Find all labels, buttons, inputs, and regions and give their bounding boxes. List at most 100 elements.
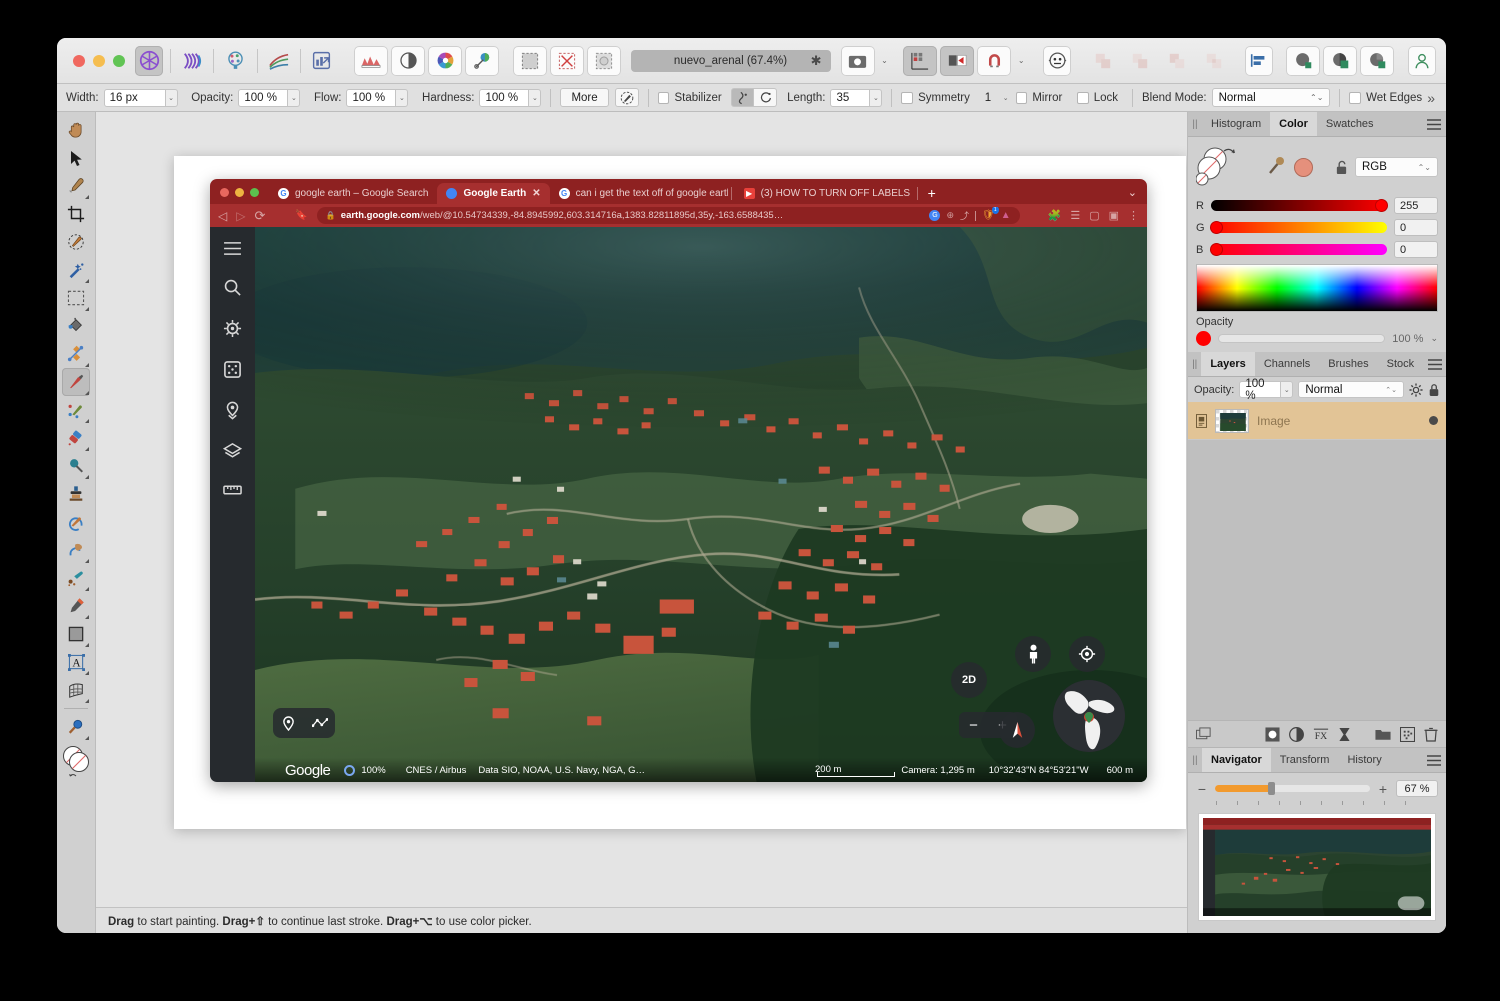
browser-tab-1[interactable]: Google Earth ✕ <box>437 183 550 204</box>
undo-brush-tool[interactable] <box>62 508 90 536</box>
more-button[interactable]: More <box>560 88 609 107</box>
tone-mapping-persona-button[interactable] <box>264 46 292 76</box>
zoom-window-button[interactable] <box>113 54 125 67</box>
browser-minimize-button[interactable] <box>235 188 244 197</box>
deselect-button[interactable] <box>549 45 584 76</box>
blemish-removal-tool[interactable] <box>62 564 90 592</box>
width-dropdown[interactable]: ⌄ <box>165 88 178 107</box>
boolean-subtract-button[interactable] <box>1160 46 1194 76</box>
opacity-input[interactable]: 100 % <box>238 88 289 107</box>
color-model-select[interactable]: RGB ⌃⌄ <box>1355 157 1438 177</box>
tab-swatches[interactable]: Swatches <box>1317 112 1383 136</box>
mask-layer-icon[interactable] <box>1265 726 1280 742</box>
globe-thumbnail[interactable] <box>1053 680 1125 752</box>
tab-stock[interactable]: Stock <box>1378 352 1424 376</box>
zoom-icon[interactable]: ⊕ <box>946 210 954 221</box>
unlock-icon[interactable] <box>1335 160 1348 175</box>
map-style-layers-icon[interactable] <box>223 442 242 461</box>
live-filter-icon[interactable]: FX <box>1313 727 1329 742</box>
layer-blend-mode-select[interactable]: Normal ⌃⌄ <box>1298 381 1404 398</box>
compass-button[interactable] <box>999 712 1035 748</box>
boolean-xor-button[interactable] <box>1086 46 1120 76</box>
flow-dropdown[interactable]: ⌄ <box>396 88 409 107</box>
clone-brush-tool[interactable] <box>62 480 90 508</box>
color-picker-tool[interactable] <box>62 172 90 200</box>
green-slider[interactable] <box>1210 220 1387 234</box>
flood-fill-tool[interactable] <box>62 312 90 340</box>
navigator-panel-menu-button[interactable] <box>1422 748 1446 772</box>
toggle-2d3d-button[interactable]: 2D <box>951 662 987 698</box>
layers-panel-menu-button[interactable] <box>1423 352 1446 376</box>
close-tab-icon[interactable]: ✕ <box>532 188 540 199</box>
align-button[interactable] <box>1244 45 1274 76</box>
boolean-intersect-button[interactable] <box>1197 46 1231 76</box>
width-input[interactable]: 16 px <box>103 88 166 107</box>
forward-icon[interactable]: ▷ <box>236 209 245 223</box>
red-value-input[interactable]: 255 <box>1394 197 1438 214</box>
zoom-slider-knob[interactable] <box>1267 782 1275 795</box>
omnibox[interactable]: 🔒 earth.google.com/web/@10.54734339,-84.… <box>316 207 1020 224</box>
browser-tab-0[interactable]: G google earth – Google Search <box>269 183 437 204</box>
zoom-out-button[interactable]: − <box>959 717 988 734</box>
red-slider[interactable] <box>1211 198 1388 212</box>
reading-list-icon[interactable]: ☰ <box>1070 209 1080 222</box>
mirror-checkbox[interactable] <box>1015 91 1028 104</box>
new-tab-button[interactable]: + <box>922 185 942 204</box>
develop-persona-button[interactable] <box>221 46 249 76</box>
tab-layers[interactable]: Layers <box>1201 352 1255 376</box>
window-controls[interactable] <box>67 54 135 67</box>
live-filter-layer-button[interactable] <box>1360 45 1395 76</box>
green-slider-knob[interactable] <box>1210 220 1223 234</box>
hardness-input[interactable]: 100 % <box>479 88 530 107</box>
tab-brushes[interactable]: Brushes <box>1319 352 1377 376</box>
opacity-slider-knob[interactable] <box>1196 331 1211 346</box>
search-icon[interactable] <box>223 278 242 297</box>
back-icon[interactable]: ◁ <box>218 209 227 223</box>
feeling-lucky-icon[interactable] <box>223 360 242 379</box>
delete-icon[interactable] <box>1424 727 1438 742</box>
close-window-button[interactable] <box>73 54 85 67</box>
hourglass-icon[interactable] <box>1338 727 1351 742</box>
mesh-warp-tool[interactable] <box>62 676 90 704</box>
context-overflow-button[interactable]: » <box>1427 90 1437 106</box>
layer-opacity-input[interactable]: 100 % <box>1239 378 1282 402</box>
liquify-persona-button[interactable] <box>178 46 206 76</box>
snapping-dropdown[interactable]: ⌄ <box>1014 46 1028 76</box>
snapshot-button[interactable] <box>840 45 875 76</box>
snapping-button[interactable] <box>977 45 1012 76</box>
bookmark-icon[interactable]: 🔖 <box>295 210 307 221</box>
flood-select-tool[interactable] <box>62 256 90 284</box>
blue-slider[interactable] <box>1210 242 1387 256</box>
extension-badge-icon[interactable]: 🛡 1 <box>982 207 999 221</box>
zoom-tool[interactable] <box>62 713 90 741</box>
stabilizer-checkbox[interactable] <box>657 91 670 104</box>
selection-brush-tool[interactable] <box>62 228 90 256</box>
view-tool[interactable] <box>62 116 90 144</box>
green-value-input[interactable]: 0 <box>1394 219 1438 236</box>
opacity-slider[interactable] <box>1218 334 1386 343</box>
account-button[interactable] <box>1407 45 1437 76</box>
blue-value-input[interactable]: 0 <box>1394 241 1438 258</box>
secondary-color-swatch[interactable] <box>1294 157 1313 177</box>
move-tool[interactable] <box>62 144 90 172</box>
dodge-brush-tool[interactable] <box>62 452 90 480</box>
erase-brush-tool[interactable] <box>62 424 90 452</box>
google-translate-icon[interactable]: G <box>929 210 941 221</box>
browser-window-controls[interactable] <box>218 188 269 204</box>
duplicate-layers-icon[interactable] <box>1196 726 1213 742</box>
crop-tool[interactable] <box>62 200 90 228</box>
tab-list-chevron-icon[interactable]: ⌄ <box>1118 186 1147 204</box>
new-group-icon[interactable] <box>1375 727 1391 741</box>
blend-mode-select[interactable]: Normal ⌃⌄ <box>1211 88 1331 107</box>
zoom-in-button[interactable]: + <box>1377 781 1389 797</box>
blue-slider-knob[interactable] <box>1210 242 1223 256</box>
color-spectrum[interactable] <box>1196 264 1438 312</box>
tab-transform[interactable]: Transform <box>1271 748 1339 772</box>
brush-settings-button[interactable] <box>615 88 639 107</box>
browser-zoom-button[interactable] <box>250 188 259 197</box>
tab-history[interactable]: History <box>1338 748 1390 772</box>
opacity-dropdown-icon[interactable]: ⌄ <box>1430 333 1438 344</box>
mask-layer-button[interactable] <box>1286 45 1321 76</box>
adjustment-layer-icon[interactable] <box>1289 726 1304 742</box>
layer-opacity-dropdown[interactable]: ⌄ <box>1281 381 1294 398</box>
